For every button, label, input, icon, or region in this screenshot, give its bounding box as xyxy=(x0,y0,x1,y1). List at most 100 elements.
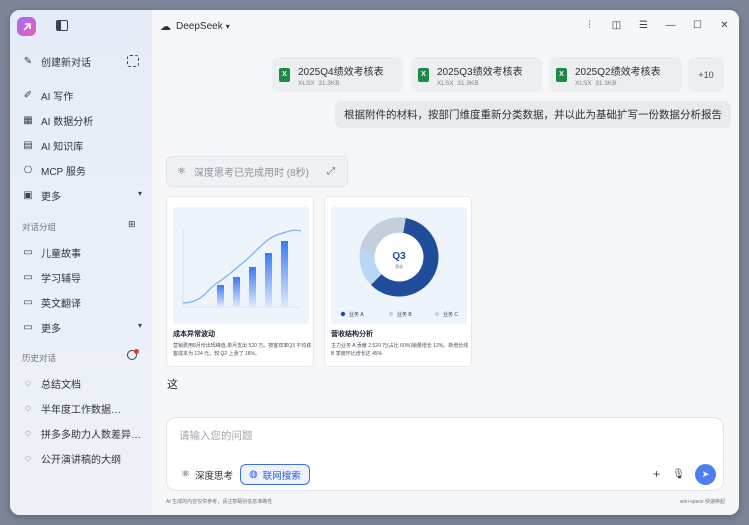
screenshot-icon[interactable] xyxy=(127,55,139,67)
folder-icon: ▭ xyxy=(23,246,33,258)
trend-bar xyxy=(233,277,240,307)
expand-icon[interactable]: ⤢ xyxy=(327,166,335,177)
legend-swatch xyxy=(388,311,394,317)
trend-figure xyxy=(173,207,309,324)
attachment-card[interactable]: X 2025Q3绩效考核表 XLSX 31.3KB xyxy=(411,57,542,92)
menu-icon[interactable]: ☰ xyxy=(637,19,650,32)
sidebar-item-ai-data-analysis[interactable]: ▦ AI 数据分析 xyxy=(22,111,93,129)
groups-section-title: 对话分组 xyxy=(22,222,57,232)
attachment-card[interactable]: X 2025Q2绩效考核表 XLSX 31.3KB xyxy=(549,57,682,92)
layout-icon[interactable]: ◫ xyxy=(610,19,623,32)
footer-shortcut: win+space 快速唤起 xyxy=(679,499,725,505)
attachment-name: 2025Q3绩效考核表 xyxy=(437,66,523,78)
new-chat-button[interactable]: ✎ 创建新对话 xyxy=(22,52,91,70)
folder-icon: ▭ xyxy=(23,271,33,283)
trend-bar xyxy=(265,253,272,307)
trend-bar xyxy=(217,285,224,307)
question-input[interactable]: 请输入您的问题 xyxy=(179,428,253,443)
group-item[interactable]: ▭ 学习辅导 xyxy=(22,268,81,286)
plus-icon[interactable]: + xyxy=(653,467,660,481)
history-label: 半年度工作数据… xyxy=(41,404,121,416)
send-button[interactable]: ➤ xyxy=(695,464,716,485)
main-panel: ☁ DeepSeek ▾ ⫶ ◫ ☰ — ☐ ✕ X 2025Q4绩效考核表 X… xyxy=(152,10,739,515)
xlsx-icon: X xyxy=(556,67,567,82)
edit-icon: ✎ xyxy=(23,55,33,67)
folder-icon: ▭ xyxy=(23,296,33,308)
chevron-down-icon: ▾ xyxy=(225,22,230,31)
sidebar-item-label: AI 数据分析 xyxy=(41,116,94,128)
composer: 请输入您的问题 ⚛ 深度思考 ◍ 联网搜索 + 🎙 ➤ xyxy=(166,417,724,491)
trend-chart xyxy=(182,229,302,308)
sidebar-item-mcp[interactable]: ⎔ MCP 服务 xyxy=(22,161,86,179)
report-card[interactable]: Q3 营收 业务 A 业务 B 业务 C 营收结构分析 主力业务 A 贡献 2,… xyxy=(324,196,472,367)
footer-disclaimer: AI 生成的内容仅供参考，请注意甄别信息准确性 xyxy=(166,499,273,505)
pen-icon: ✐ xyxy=(23,89,33,101)
window-controls: ⫶ ◫ ☰ — ☐ ✕ xyxy=(583,19,731,32)
legend-label: 业务 B xyxy=(397,311,412,318)
minimize-icon[interactable]: — xyxy=(664,19,677,32)
donut-figure: Q3 营收 业务 A 业务 B 业务 C xyxy=(331,207,467,324)
sidebar-toggle-icon[interactable] xyxy=(56,20,68,31)
plug-icon: ⎔ xyxy=(23,164,33,176)
globe-icon: ◍ xyxy=(249,469,258,480)
attachment-name: 2025Q2绩效考核表 xyxy=(575,66,661,78)
atom-icon: ⚛ xyxy=(177,166,186,177)
sidebar-item-more[interactable]: ▣ 更多 xyxy=(22,186,140,204)
xlsx-icon: X xyxy=(418,67,429,82)
attachment-type: XLSX xyxy=(575,79,592,87)
donut-sub-label: 营收 xyxy=(395,263,403,269)
legend-swatch xyxy=(434,311,440,317)
history-label: 总结文档 xyxy=(41,379,81,391)
close-icon[interactable]: ✕ xyxy=(718,19,731,32)
chevron-down-icon[interactable]: ▾ xyxy=(138,321,142,330)
chat-icon: ◌ xyxy=(25,402,31,414)
legend-swatch xyxy=(340,311,346,317)
group-item-more[interactable]: ▭ 更多 xyxy=(22,318,61,336)
app-window: ✎ 创建新对话 ✐ AI 写作 ▦ AI 数据分析 ▤ AI 知识库 ⎔ MCP… xyxy=(10,10,739,515)
sidebar-item-ai-writing[interactable]: ✐ AI 写作 xyxy=(22,86,73,104)
grid-icon: ▣ xyxy=(23,189,33,201)
trend-bar xyxy=(281,241,288,307)
new-chat-label: 创建新对话 xyxy=(41,57,91,69)
attachment-card[interactable]: X 2025Q4绩效考核表 XLSX 31.3KB xyxy=(272,57,403,92)
history-item[interactable]: ◌ 拼多多助力人数差异… xyxy=(22,424,141,442)
sidebar-item-label: AI 知识库 xyxy=(41,141,84,153)
group-item[interactable]: ▭ 英文翻译 xyxy=(22,293,81,311)
history-label: 公开演讲稿的大纲 xyxy=(41,454,121,466)
history-label: 拼多多助力人数差异… xyxy=(41,429,141,441)
chat-icon: ◌ xyxy=(25,452,31,464)
model-name: DeepSeek xyxy=(176,21,223,32)
history-item[interactable]: ◌ 半年度工作数据… xyxy=(22,399,121,417)
attachment-type: XLSX xyxy=(437,79,454,87)
microphone-icon[interactable]: 🎙 xyxy=(672,469,685,480)
report-card[interactable]: 成本异常波动 营销费用8月份出现峰值,单月支出 520 万。按客双率Q3 平均获… xyxy=(166,196,314,367)
voice-wave-icon[interactable]: ⫶ xyxy=(583,19,596,32)
atom-icon: ⚛ xyxy=(181,469,190,480)
web-search-toggle[interactable]: ◍ 联网搜索 xyxy=(240,464,310,485)
donut-chart: Q3 营收 业务 A 业务 B 业务 C xyxy=(340,217,458,318)
chevron-down-icon[interactable]: ▾ xyxy=(138,189,142,198)
model-selector[interactable]: ☁ DeepSeek ▾ xyxy=(160,20,230,33)
send-icon: ➤ xyxy=(701,469,710,479)
user-message-bubble: 根据附件的材料，按部门维度重新分类数据，并以此为基础扩写一份数据分析报告 xyxy=(335,101,731,128)
deep-think-toggle[interactable]: ⚛ 深度思考 xyxy=(173,464,241,485)
group-label: 英文翻译 xyxy=(41,298,81,310)
history-item[interactable]: ◌ 总结文档 xyxy=(22,374,81,392)
card-description: 主力业务 A 贡献 2,520 万(占比 60%)销量增长 12%。新增长线 B… xyxy=(331,343,469,357)
thinking-label: 深度思考已完成用时 (8秒) xyxy=(193,168,309,179)
chat-icon: ◌ xyxy=(25,427,31,439)
assistant-reply: 这 xyxy=(167,379,178,391)
attachment-size: 31.3KB xyxy=(318,79,340,87)
attachment-type: XLSX xyxy=(298,79,315,87)
legend-label: 业务 A xyxy=(349,311,364,318)
attachment-size: 31.3KB xyxy=(595,79,617,87)
group-item[interactable]: ▭ 儿童故事 xyxy=(22,243,81,261)
card-title: 成本异常波动 xyxy=(173,331,215,338)
thinking-status[interactable]: ⚛ 深度思考已完成用时 (8秒) ⤢ xyxy=(166,156,348,187)
maximize-icon[interactable]: ☐ xyxy=(691,19,704,32)
sidebar-item-ai-knowledge[interactable]: ▤ AI 知识库 xyxy=(22,136,83,154)
more-attachments-button[interactable]: +10 xyxy=(688,57,724,92)
new-folder-icon[interactable]: ⊞ xyxy=(128,219,136,230)
group-label: 学习辅导 xyxy=(41,273,81,285)
history-item[interactable]: ◌ 公开演讲稿的大纲 xyxy=(22,449,121,467)
